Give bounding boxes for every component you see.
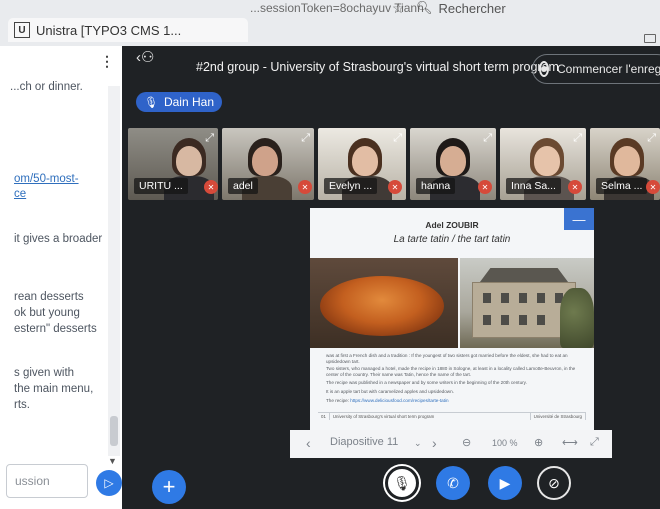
chevron-down-icon[interactable]: ▼ [108, 454, 117, 469]
video-tile[interactable]: ⤢ Inna Sa... ✕ [500, 128, 586, 200]
zoom-in-icon[interactable]: ⊕ [534, 436, 543, 449]
folder-icon[interactable] [644, 34, 656, 43]
camera-icon[interactable]: ▶ [488, 466, 522, 500]
search-input[interactable]: 🔍︎ Rechercher [416, 0, 506, 16]
chat-message-line: it gives a broader [14, 233, 103, 245]
chat-link[interactable]: ce [14, 187, 26, 202]
tab-title: Unistra [TYPO3 CMS 1... [36, 22, 182, 38]
expand-icon[interactable]: ⤢ [205, 132, 214, 145]
chat-message-line: s given with [14, 367, 75, 379]
next-slide-icon[interactable]: › [432, 435, 437, 451]
video-tile[interactable]: ⤢ URITU ... ✕ [128, 128, 218, 200]
previous-slide-icon[interactable]: ‹ [306, 435, 311, 451]
browser-tab[interactable]: U Unistra [TYPO3 CMS 1... [8, 18, 248, 42]
participant-name: adel [228, 178, 258, 194]
muted-icon: ✕ [568, 180, 582, 194]
chat-options-icon[interactable]: ⋮ [100, 54, 114, 69]
video-tile[interactable]: ⤢ Evelyn ... ✕ [318, 128, 406, 200]
chat-message-line: the main menu, [14, 383, 94, 395]
record-label: Commencer l'enregistrement [557, 62, 660, 76]
muted-icon: ✕ [204, 180, 218, 194]
tart-photo [310, 258, 458, 348]
chat-scrollbar[interactable] [108, 86, 120, 456]
slide-paragraph: The recipe was published in a newspaper … [326, 380, 527, 385]
talking-indicator: 🎙︎ Dain Han [136, 92, 222, 112]
meeting-area: ‹⚇ #2nd group - University of Strasbourg… [122, 46, 660, 509]
chevron-down-icon[interactable]: ⌄ [414, 438, 422, 449]
expand-icon[interactable]: ⤢ [573, 132, 582, 145]
meeting-title: #2nd group - University of Strasbourg's … [196, 60, 559, 74]
record-icon [539, 61, 549, 77]
participant-name: Evelyn ... [324, 178, 378, 194]
microphone-muted-icon[interactable]: 🎙︎ [385, 466, 419, 500]
microphone-icon: 🎙︎ [144, 96, 158, 109]
search-placeholder: Rechercher [438, 0, 506, 16]
fit-width-icon[interactable]: ⟷ [562, 436, 578, 449]
screen: U Unistra [TYPO3 CMS 1... ...sessionToke… [0, 0, 660, 509]
chat-message-input[interactable]: ussion [6, 464, 88, 498]
video-tile[interactable]: ⤢ hanna ✕ [410, 128, 496, 200]
presentation-slide: Adel ZOUBIR La tarte tatin / the tart ta… [310, 208, 594, 432]
slide-recipe-line: The recipe: https://www.deliciousfood.co… [326, 398, 582, 404]
slide-footer-university: Université de Strasbourg [531, 413, 586, 420]
slide-paragraph: was at first a French dish and a traditi… [326, 353, 568, 364]
star-icon[interactable]: ☆ [392, 0, 405, 17]
talking-user-name: Dain Han [163, 95, 214, 109]
video-tile[interactable]: ⤢ adel ✕ [222, 128, 314, 200]
video-tile[interactable]: ⤢ Selma ... ✕ [590, 128, 660, 200]
minimize-presentation-button[interactable]: — [564, 208, 594, 230]
slide-selector[interactable]: Diapositive 11 [330, 436, 398, 448]
zoom-out-icon[interactable]: ⊖ [462, 436, 471, 449]
participant-name: hanna [416, 178, 456, 194]
expand-icon[interactable]: ⤢ [483, 132, 492, 145]
participant-name: Selma ... [596, 178, 648, 194]
chat-link[interactable]: om/50-most- [14, 172, 79, 187]
slide-paragraph: Two sisters, who managed a hotel, made t… [326, 366, 576, 377]
slide-recipe-label: The recipe: [326, 398, 349, 403]
tab-favicon: U [14, 22, 30, 38]
slide-footer-program: University of Strasbourg's virtual short… [330, 413, 531, 420]
muted-icon: ✕ [388, 180, 402, 194]
fullscreen-icon[interactable]: ⤢ [590, 436, 599, 449]
muted-icon: ✕ [646, 180, 660, 194]
slide-footer-number: 01 [318, 413, 330, 420]
record-button[interactable]: Commencer l'enregistrement [532, 54, 660, 84]
presentation-toolbar: ‹ Diapositive 11 ⌄ › ⊖ 100 % ⊕ ⟷ ⤢ [290, 430, 612, 458]
chat-message-line: ...ch or dinner. [10, 81, 83, 93]
slide-footer: 01 University of Strasbourg's virtual sh… [318, 412, 586, 420]
hotel-photo [460, 258, 594, 348]
slide-recipe-link[interactable]: https://www.deliciousfood.com/recipes/ta… [350, 398, 448, 403]
send-icon[interactable]: ▷ [96, 470, 122, 496]
muted-icon: ✕ [298, 180, 312, 194]
scrollbar-thumb[interactable] [110, 416, 118, 446]
magnifier-icon: 🔍︎ [416, 0, 433, 15]
expand-icon[interactable]: ⤢ [647, 132, 656, 145]
participant-name: Inna Sa... [506, 178, 561, 194]
slide-author: Adel ZOUBIR [425, 220, 479, 230]
chat-panel: ⋮ ▲ ▼ ...ch or dinner. om/50-most- ce it… [0, 46, 122, 509]
expand-icon[interactable]: ⤢ [301, 132, 310, 145]
muted-icon: ✕ [478, 180, 492, 194]
chat-message-line: rean desserts [14, 291, 84, 303]
zoom-level: 100 % [492, 438, 518, 448]
expand-icon[interactable]: ⤢ [393, 132, 402, 145]
slide-title: La tarte tatin / the tart tatin [393, 234, 511, 245]
phone-icon[interactable]: ✆ [436, 466, 470, 500]
user-list-toggle-icon[interactable]: ‹⚇ [136, 48, 154, 66]
screen-share-icon[interactable]: ⊘ [537, 466, 571, 500]
browser-chrome: U Unistra [TYPO3 CMS 1... ...sessionToke… [0, 0, 660, 46]
chat-message-line: estern" desserts [14, 323, 97, 335]
chat-message-line: ok but young [14, 307, 80, 319]
participant-name: URITU ... [134, 178, 188, 194]
actions-plus-button[interactable]: + [152, 470, 186, 504]
chat-message-line: rts. [14, 399, 30, 411]
slide-paragraph: It is an apple tart but with caramelized… [326, 389, 454, 394]
video-strip: ⤢ URITU ... ✕ ⤢ adel ✕ ⤢ Evelyn ... ✕ ⤢ … [128, 128, 660, 200]
